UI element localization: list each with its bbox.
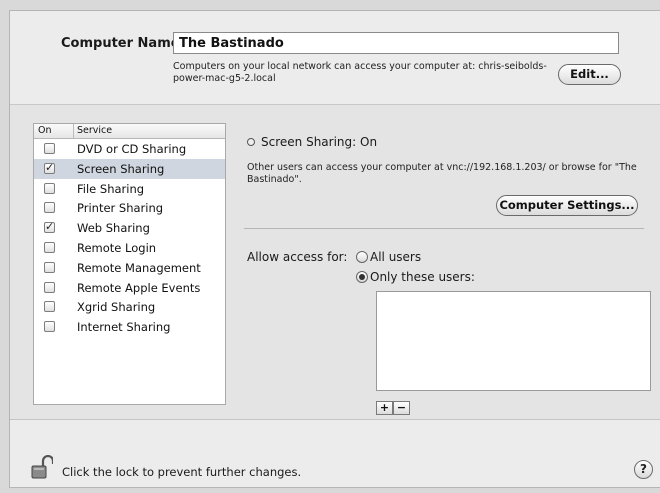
service-row[interactable]: Remote Management (34, 258, 225, 278)
service-row[interactable]: Xgrid Sharing (34, 297, 225, 317)
computer-name-label: Computer Name: (61, 36, 185, 51)
service-label: Xgrid Sharing (77, 300, 156, 315)
service-row[interactable]: Remote Apple Events (34, 278, 225, 298)
computer-settings-button[interactable]: Computer Settings... (496, 195, 638, 216)
service-row[interactable]: Internet Sharing (34, 317, 225, 337)
service-label: Printer Sharing (77, 201, 164, 216)
service-label: Remote Apple Events (77, 280, 201, 295)
service-list: On Service DVD or CD Sharing ✓ Screen Shar… (33, 123, 226, 405)
service-row[interactable]: Printer Sharing (34, 198, 225, 218)
service-row[interactable]: ✓ Screen Sharing (34, 158, 225, 179)
sharing-preferences-window: Computer Name: Computers on your local n… (9, 10, 660, 488)
service-status-title: Screen Sharing: On (247, 135, 377, 149)
allowed-users-list[interactable] (376, 291, 651, 391)
lock-open-icon[interactable] (31, 455, 53, 479)
service-row[interactable]: File Sharing (34, 179, 225, 199)
checkbox-icon[interactable] (44, 202, 55, 214)
service-label: Remote Login (77, 240, 157, 255)
computer-name-section: Computer Name: Computers on your local n… (10, 11, 660, 104)
service-row[interactable]: ✓ Web Sharing (34, 218, 225, 238)
radio-button-icon[interactable] (356, 251, 368, 263)
checkbox-icon[interactable] (44, 241, 55, 253)
column-divider (73, 124, 74, 138)
service-rows: DVD or CD Sharing ✓ Screen Sharing File Sha… (34, 139, 225, 337)
service-label: Remote Management (77, 260, 201, 275)
add-user-button[interactable]: + (376, 401, 393, 415)
help-icon[interactable]: ? (634, 460, 653, 479)
checkbox-icon[interactable] (44, 301, 55, 313)
service-list-header: On Service (34, 124, 225, 139)
service-label: Internet Sharing (77, 320, 171, 335)
checkbox-icon[interactable] (44, 321, 55, 333)
status-indicator-icon (247, 138, 255, 146)
column-header-service[interactable]: Service (77, 125, 112, 136)
network-address-info: Computers on your local network can acce… (173, 61, 547, 84)
service-label: File Sharing (77, 181, 145, 196)
divider (244, 228, 644, 229)
service-row[interactable]: DVD or CD Sharing (34, 139, 225, 159)
service-status-text: Screen Sharing: On (261, 135, 378, 149)
service-label: Web Sharing (77, 221, 150, 236)
service-label: DVD or CD Sharing (77, 142, 187, 156)
column-header-on[interactable]: On (38, 125, 52, 136)
checkbox-checked-icon[interactable]: ✓ (44, 162, 55, 174)
edit-button[interactable]: Edit... (558, 64, 621, 85)
remove-user-button[interactable]: − (393, 401, 410, 415)
radio-button-selected-icon[interactable] (356, 271, 368, 283)
service-label: Screen Sharing (77, 161, 165, 176)
checkbox-icon[interactable] (44, 182, 55, 194)
checkbox-icon[interactable] (44, 281, 55, 293)
bottom-bar: Click the lock to prevent further change… (10, 420, 660, 487)
radio-all-users[interactable]: All users (356, 250, 421, 264)
checkbox-icon[interactable] (44, 143, 55, 154)
radio-all-users-label: All users (370, 250, 422, 264)
lock-status-text: Click the lock to prevent further change… (62, 465, 302, 479)
radio-only-these-users-label: Only these users: (370, 270, 475, 284)
service-description: Other users can access your computer at … (247, 162, 637, 185)
computer-name-field[interactable] (173, 32, 619, 54)
checkbox-icon[interactable] (44, 261, 55, 273)
allow-access-label: Allow access for: (247, 250, 348, 264)
checkbox-checked-icon[interactable]: ✓ (44, 221, 55, 234)
sharing-main-section: On Service DVD or CD Sharing ✓ Screen Shar… (10, 105, 660, 419)
radio-only-these-users[interactable]: Only these users: (356, 270, 475, 284)
service-row[interactable]: Remote Login (34, 238, 225, 258)
